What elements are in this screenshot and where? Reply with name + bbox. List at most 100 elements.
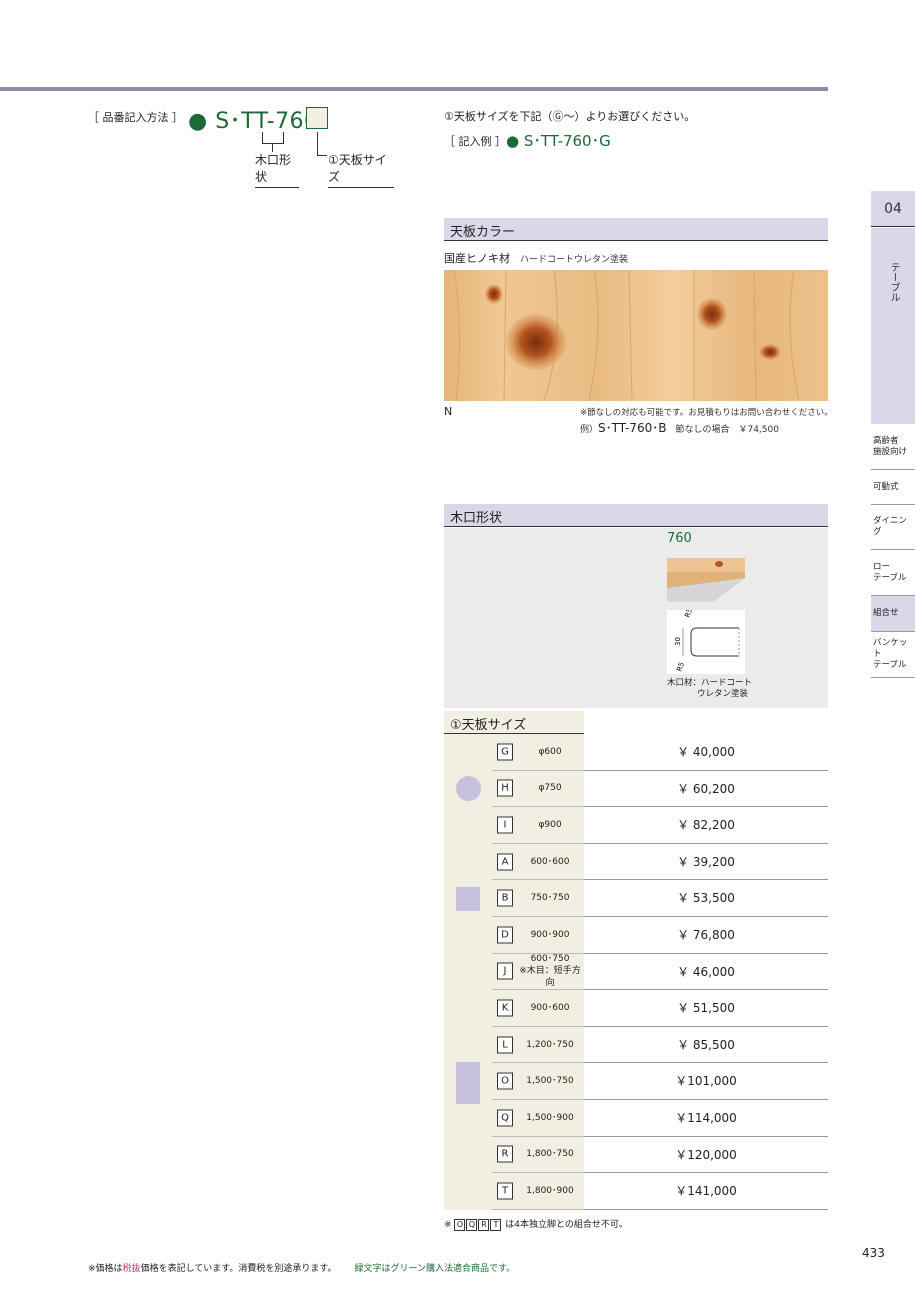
example-prefix: 例）	[580, 425, 599, 435]
size-row-b: B 750･750 ￥ 53,500	[492, 880, 828, 917]
material-name: 国産ヒノキ材	[444, 252, 510, 265]
top-color-header: 天板カラー	[444, 218, 828, 241]
size-code: L	[497, 1036, 513, 1054]
size-bracket	[317, 132, 327, 156]
edge-photo	[667, 550, 745, 602]
size-group-rect	[444, 953, 492, 1210]
swatch-code: N	[444, 405, 453, 418]
wood-grain-image	[444, 270, 828, 401]
size-price: ￥ 39,200	[584, 844, 828, 881]
foot-code-r: R	[478, 1219, 490, 1231]
size-code: R	[497, 1145, 513, 1163]
size-dimension-value: 1,200･750	[526, 1039, 574, 1050]
size-label-cell: O 1,500･750	[492, 1063, 584, 1100]
size-label-cell: Iφ900	[492, 807, 584, 844]
size-code: D	[497, 926, 513, 944]
size-dimension: 600･750 ※木目：短手方向	[516, 953, 584, 989]
size-price: ￥ 60,200	[584, 771, 828, 808]
chapter-block	[871, 228, 915, 424]
size-code: K	[497, 999, 513, 1017]
side-nav-item-1[interactable]: 可動式	[871, 470, 915, 505]
top-rule	[0, 87, 828, 91]
size-row-q: Q 1,500･900 ￥114,000	[492, 1100, 828, 1137]
edge-shape-header: 木口形状	[444, 504, 828, 527]
size-label-cell: Q 1,500･900	[492, 1100, 584, 1137]
foot-prefix: ※	[444, 1220, 452, 1230]
size-price: ￥120,000	[584, 1137, 828, 1174]
select-note: ①天板サイズを下記（Ⓖ～）よりお選びください。	[444, 110, 696, 123]
size-dimension: 600･600	[516, 856, 584, 868]
size-price: ￥ 51,500	[584, 990, 828, 1027]
size-dimension-value: 900･900	[530, 929, 570, 940]
size-grain-note: ※木目：短手方向	[519, 966, 581, 989]
size-dimension: φ600	[516, 746, 584, 758]
side-nav-item-0[interactable]: 高齢者 施設向け	[871, 424, 915, 470]
size-dimension: 1,200･750	[516, 1039, 584, 1051]
chapter-tab[interactable]: 04	[871, 191, 915, 227]
size-foot-note: ※ OQRT は4本独立脚との組合せ不可。	[444, 1217, 628, 1231]
size-row-r: R 1,800･750 ￥120,000	[492, 1136, 828, 1174]
size-row-g: Gφ600 ￥ 40,000	[492, 734, 828, 771]
size-dimension-value: 1,500･750	[526, 1076, 574, 1087]
wood-swatch	[444, 270, 828, 401]
size-dimension-value: 1,800･750	[526, 1149, 574, 1160]
size-row-i: Iφ900 ￥ 82,200	[492, 807, 828, 844]
knot-note: ※節なしの対応も可能です。お見積もりはお問い合わせください。	[580, 408, 833, 418]
size-code: G	[497, 743, 513, 761]
size-dimension-value: φ900	[538, 819, 562, 830]
knotless-example: 例）S･TT-760･B 節なしの場合 ￥74,500	[580, 419, 779, 436]
size-label-cell: T 1,800･900	[492, 1173, 584, 1210]
size-price: ￥ 46,000	[584, 954, 828, 991]
size-label-cell: L 1,200･750	[492, 1026, 584, 1064]
side-nav-item-3[interactable]: ロー テーブル	[871, 550, 915, 596]
size-dimension-value: 600･750	[530, 954, 570, 965]
size-caption: ①天板サイズ	[328, 151, 394, 188]
drawing-label-top: R5	[683, 610, 694, 619]
order-method-label: ［ 品番記入方法 ］	[88, 111, 183, 124]
size-row-t: T 1,800･900 ￥141,000	[492, 1173, 828, 1210]
example-code: ● S･TT-760･G	[506, 132, 611, 150]
rectangle-shape-icon	[456, 1061, 480, 1104]
page-number: 433	[862, 1246, 885, 1260]
edge-material: 木口材：ハードコート ウレタン塗装	[667, 678, 752, 700]
shape-caption: 木口形状	[255, 151, 299, 188]
size-price: ￥ 85,500	[584, 1027, 828, 1064]
size-code: Q	[497, 1109, 513, 1127]
size-code: B	[497, 889, 513, 907]
size-price: ￥141,000	[584, 1173, 828, 1210]
edge-shape-panel	[444, 528, 828, 708]
edge-drawing: R5 30 R5	[667, 607, 745, 674]
size-group-circle	[444, 734, 492, 844]
green-note: 緑文字はグリーン購入法適合商品です。	[354, 1264, 516, 1274]
size-row-l: L 1,200･750 ￥ 85,500	[492, 1026, 828, 1064]
edge-material-line1: 木口材：ハードコート	[667, 678, 753, 688]
size-dimension-value: φ750	[538, 783, 562, 794]
size-dimension: φ750	[516, 782, 584, 794]
size-code: T	[497, 1182, 513, 1200]
size-label-cell: A 600･600	[492, 843, 584, 881]
side-nav-item-5[interactable]: バンケット テーブル	[871, 632, 915, 678]
size-dimension: 1,800･900	[516, 1185, 584, 1197]
size-dimension-value: φ600	[538, 746, 562, 757]
example-label: ［ 記入例 ］	[444, 135, 506, 148]
size-row-j: J 600･750 ※木目：短手方向 ￥ 46,000	[492, 953, 828, 991]
size-dimension-value: 750･750	[530, 893, 570, 904]
side-nav-item-4[interactable]: 組合せ	[871, 596, 915, 632]
side-nav-item-2[interactable]: ダイニング	[871, 505, 915, 550]
size-dimension: 900･600	[516, 1002, 584, 1014]
round-shape-icon	[456, 776, 481, 802]
size-dimension: φ900	[516, 819, 584, 831]
size-dimension: 1,500･750	[516, 1075, 584, 1087]
size-label-cell: D 900･900	[492, 917, 584, 954]
shape-bracket	[262, 132, 284, 144]
size-price: ￥114,000	[584, 1100, 828, 1137]
size-label-cell: R 1,800･750	[492, 1136, 584, 1174]
size-row-o: O 1,500･750 ￥101,000	[492, 1063, 828, 1100]
finish-name: ハードコートウレタン塗装	[520, 255, 629, 265]
size-dimension-value: 1,500･900	[526, 1112, 574, 1123]
drawing-label-bottom: R5	[675, 661, 686, 673]
drawing-label-thickness: 30	[674, 637, 682, 646]
size-price: ￥ 53,500	[584, 880, 828, 917]
edge-material-line2: ウレタン塗装	[697, 689, 749, 699]
size-row-a: A 600･600 ￥ 39,200	[492, 843, 828, 881]
